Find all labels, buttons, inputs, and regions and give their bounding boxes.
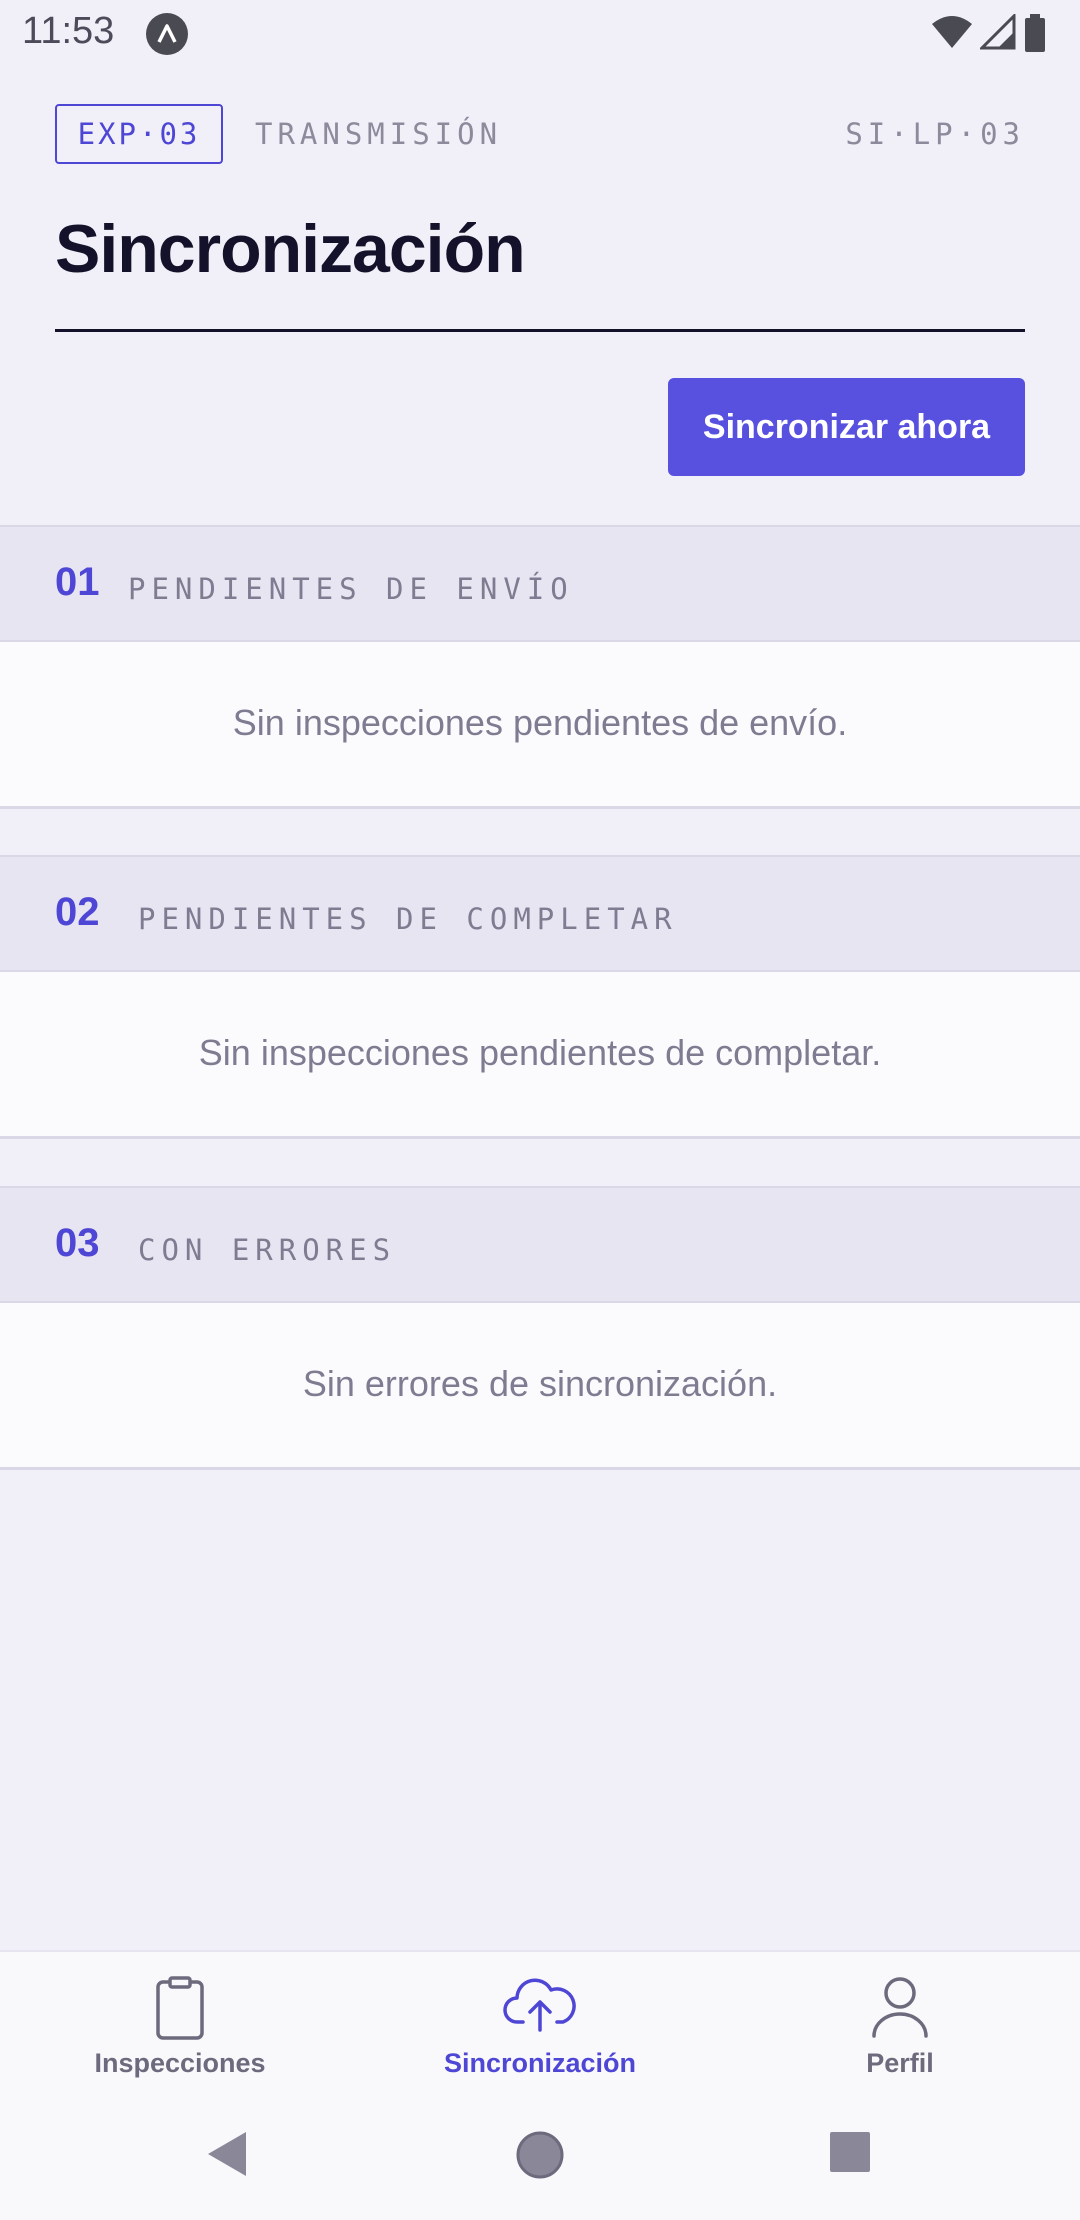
wifi-icon xyxy=(932,16,972,48)
home-icon[interactable] xyxy=(515,2130,565,2180)
cell-signal-icon xyxy=(980,14,1016,50)
section-number: 03 xyxy=(55,1221,100,1265)
system-navigation-bar xyxy=(0,2092,1080,2220)
section-number: 02 xyxy=(55,890,100,934)
nav-item-perfil[interactable]: Perfil xyxy=(720,1952,1080,2094)
section-header-pending-send: 01 PENDIENTES DE ENVÍO xyxy=(0,525,1080,642)
section-body-pending-send: Sin inspecciones pendientes de envío. xyxy=(0,642,1080,809)
cloud-upload-icon xyxy=(360,1976,720,2037)
section-header-pending-complete: 02 PENDIENTES DE COMPLETAR xyxy=(0,855,1080,972)
person-icon xyxy=(720,1976,1080,2043)
document-code: SI·LP·03 xyxy=(845,117,1025,151)
nav-item-inspecciones[interactable]: Inspecciones xyxy=(0,1952,360,2094)
nav-label: Sincronización xyxy=(443,2048,637,2078)
title-divider xyxy=(55,329,1025,332)
a-logo-icon xyxy=(146,13,188,55)
status-bar: 11:53 xyxy=(0,0,1080,66)
page-title: Sincronización xyxy=(55,211,526,287)
section-header-errors: 03 CON ERRORES xyxy=(0,1186,1080,1303)
section-number: 01 xyxy=(55,560,100,604)
section-label: CON ERRORES xyxy=(138,1233,397,1267)
empty-state-message: Sin inspecciones pendientes de completar… xyxy=(198,1032,882,1073)
status-indicators xyxy=(930,14,1060,54)
back-icon[interactable] xyxy=(204,2130,248,2178)
section-body-pending-complete: Sin inspecciones pendientes de completar… xyxy=(0,972,1080,1139)
section-label: PENDIENTES DE COMPLETAR xyxy=(138,902,678,936)
section-label: PENDIENTES DE ENVÍO xyxy=(128,572,574,606)
recents-icon[interactable] xyxy=(828,2130,872,2174)
clipboard-icon xyxy=(0,1976,360,2045)
bottom-navigation: Inspecciones Sincronización Perfil xyxy=(0,1950,1080,2092)
sync-now-button[interactable]: Sincronizar ahora xyxy=(668,378,1025,476)
empty-state-message: Sin inspecciones pendientes de envío. xyxy=(232,702,848,743)
status-time: 11:53 xyxy=(22,10,115,52)
experiment-tag: EXP·03 xyxy=(55,104,223,164)
nav-label: Inspecciones xyxy=(94,2048,266,2078)
battery-icon xyxy=(1025,14,1045,52)
nav-item-sincronizacion[interactable]: Sincronización xyxy=(360,1952,720,2094)
empty-state-message: Sin errores de sincronización. xyxy=(302,1363,778,1404)
section-body-errors: Sin errores de sincronización. xyxy=(0,1303,1080,1470)
section-kicker: TRANSMISIÓN xyxy=(255,117,503,151)
nav-label: Perfil xyxy=(866,2048,934,2078)
